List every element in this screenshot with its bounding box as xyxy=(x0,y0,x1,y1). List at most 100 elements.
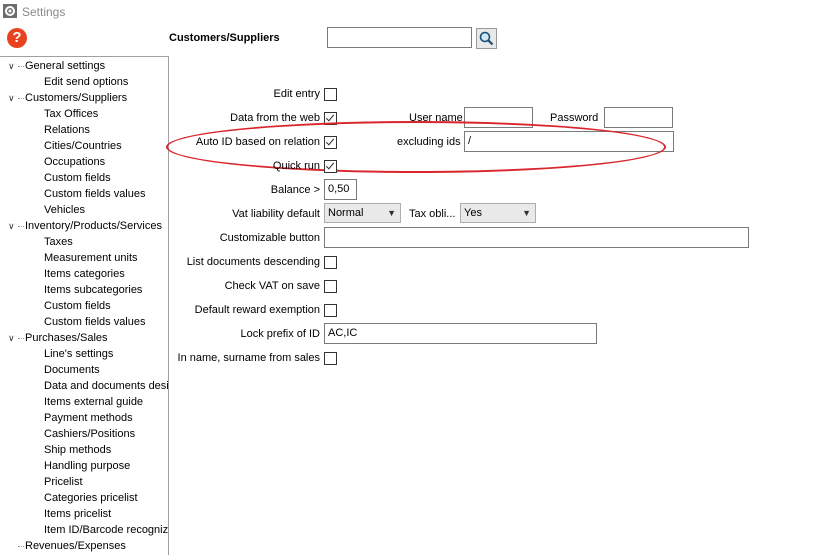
data-from-web-checkbox[interactable] xyxy=(324,112,337,125)
password-field[interactable] xyxy=(604,107,673,128)
tree-item-label: Custom fields xyxy=(44,172,111,184)
name-surname-label: In name, surname from sales xyxy=(177,352,320,364)
tax-obligation-label: Tax obli... xyxy=(409,208,456,220)
tree-item-label: Vehicles xyxy=(44,204,85,216)
edit-entry-checkbox[interactable] xyxy=(324,88,337,101)
list-docs-desc-label: List documents descending xyxy=(186,256,320,268)
tree-item[interactable]: Items pricelist xyxy=(44,506,111,522)
tree-item[interactable]: Data and documents desi xyxy=(44,378,168,394)
tree-item-label: Item ID/Barcode recognize xyxy=(44,524,169,536)
check-vat-checkbox[interactable] xyxy=(324,280,337,293)
tree-item[interactable]: Items subcategories xyxy=(44,282,142,298)
chevron-down-icon[interactable]: ∨ xyxy=(8,90,18,106)
tree-item[interactable]: Custom fields values xyxy=(44,314,146,330)
search-input[interactable] xyxy=(327,27,472,48)
help-icon[interactable]: ? xyxy=(7,28,27,48)
tree-item-label: Categories pricelist xyxy=(44,492,138,504)
vat-liability-value: Normal xyxy=(328,207,364,219)
auto-id-checkbox[interactable] xyxy=(324,136,337,149)
tree-item-label: Ship methods xyxy=(44,444,112,456)
tree-item[interactable]: Ship methods xyxy=(44,442,111,458)
tree-item-label: Customers/Suppliers xyxy=(25,92,128,104)
customizable-button-label: Customizable button xyxy=(219,232,320,244)
tree-connector xyxy=(18,337,24,339)
password-label: Password xyxy=(550,112,599,124)
tree-item-label: Inventory/Products/Services xyxy=(25,220,162,232)
gear-icon xyxy=(3,4,17,18)
tree-item-label: Occupations xyxy=(44,156,106,168)
vat-liability-label: Vat liability default xyxy=(232,208,320,220)
check-vat-label: Check VAT on save xyxy=(224,280,320,292)
tax-obligation-value: Yes xyxy=(464,207,482,219)
list-docs-desc-checkbox[interactable] xyxy=(324,256,337,269)
tree-item-label: Custom fields values xyxy=(44,188,146,200)
tree-item[interactable]: Tax Offices xyxy=(44,106,98,122)
tree-item-label: Pricelist xyxy=(44,476,83,488)
tree-item[interactable]: Edit send options xyxy=(44,74,128,90)
window-title: Settings xyxy=(22,5,66,19)
customizable-button-field[interactable] xyxy=(324,227,749,248)
tree-item[interactable]: Item ID/Barcode recognize xyxy=(44,522,169,538)
tree-item-label: Relations xyxy=(44,124,90,136)
tax-obligation-select[interactable]: Yes ▼ xyxy=(460,203,536,223)
name-surname-checkbox[interactable] xyxy=(324,352,337,365)
tree-item-label: Handling purpose xyxy=(44,460,131,472)
auto-id-label: Auto ID based on relation xyxy=(195,136,320,148)
settings-tree[interactable]: ∨ General settings Edit send options ∨ Custo… xyxy=(0,56,169,555)
balance-label: Balance > xyxy=(270,184,320,196)
quick-run-checkbox[interactable] xyxy=(324,160,337,173)
tree-item-label: Purchases/Sales xyxy=(25,332,108,344)
tree-item[interactable]: Payment methods xyxy=(44,410,133,426)
tree-item[interactable]: Occupations xyxy=(44,154,105,170)
lock-prefix-label: Lock prefix of ID xyxy=(240,328,320,340)
tree-item-label: Measurement units xyxy=(44,252,138,264)
excluding-ids-field[interactable]: / xyxy=(464,131,674,152)
tree-item-label: Documents xyxy=(44,364,100,376)
tree-group[interactable]: ∨ General settings xyxy=(8,58,105,74)
tree-item-label: Tax Offices xyxy=(44,108,99,120)
tree-item-label: Taxes xyxy=(44,236,73,248)
tree-item[interactable]: Items categories xyxy=(44,266,125,282)
tree-group[interactable]: ∨ Customers/Suppliers xyxy=(8,90,127,106)
tree-item[interactable]: Documents xyxy=(44,362,100,378)
tree-item-label: Payment methods xyxy=(44,412,133,424)
tree-item[interactable]: Custom fields xyxy=(44,298,111,314)
tree-item-label: Cashiers/Positions xyxy=(44,428,136,440)
tree-item[interactable]: Cities/Countries xyxy=(44,138,122,154)
tree-item-label: Custom fields xyxy=(44,300,111,312)
vat-liability-select[interactable]: Normal ▼ xyxy=(324,203,401,223)
balance-field[interactable]: 0,50 xyxy=(324,179,357,200)
tree-item-label: Items external guide xyxy=(44,396,144,408)
chevron-down-icon: ▼ xyxy=(387,208,396,218)
tree-item-label: Items pricelist xyxy=(44,508,112,520)
user-name-field[interactable] xyxy=(464,107,533,128)
excluding-ids-label: excluding ids xyxy=(397,136,461,148)
tree-item[interactable]: Line's settings xyxy=(44,346,113,362)
tree-item[interactable]: Pricelist xyxy=(44,474,83,490)
tree-item[interactable]: Items external guide xyxy=(44,394,143,410)
tree-item[interactable]: Custom fields values xyxy=(44,186,146,202)
default-reward-label: Default reward exemption xyxy=(194,304,320,316)
tree-connector xyxy=(18,545,24,547)
chevron-down-icon: ▼ xyxy=(522,208,531,218)
tree-group[interactable]: ∨ Inventory/Products/Services xyxy=(8,218,162,234)
tree-item[interactable]: Relations xyxy=(44,122,90,138)
lock-prefix-field[interactable]: AC,IC xyxy=(324,323,597,344)
tree-connector xyxy=(18,225,24,227)
tree-item[interactable]: Taxes xyxy=(44,234,73,250)
tree-group[interactable]: ∨ Purchases/Sales xyxy=(8,330,108,346)
search-button[interactable] xyxy=(476,28,497,49)
tree-item-label: Revenues/Expenses xyxy=(25,540,126,552)
tree-item[interactable]: Categories pricelist xyxy=(44,490,138,506)
default-reward-checkbox[interactable] xyxy=(324,304,337,317)
chevron-down-icon[interactable]: ∨ xyxy=(8,330,18,346)
tree-item[interactable]: Measurement units xyxy=(44,250,138,266)
tree-group[interactable]: Revenues/Expenses xyxy=(8,538,126,554)
tree-item[interactable]: Cashiers/Positions xyxy=(44,426,135,442)
chevron-down-icon[interactable]: ∨ xyxy=(8,218,18,234)
tree-item[interactable]: Handling purpose xyxy=(44,458,130,474)
tree-item[interactable]: Vehicles xyxy=(44,202,85,218)
data-from-web-label: Data from the web xyxy=(230,112,320,124)
chevron-down-icon[interactable]: ∨ xyxy=(8,58,18,74)
tree-item[interactable]: Custom fields xyxy=(44,170,111,186)
